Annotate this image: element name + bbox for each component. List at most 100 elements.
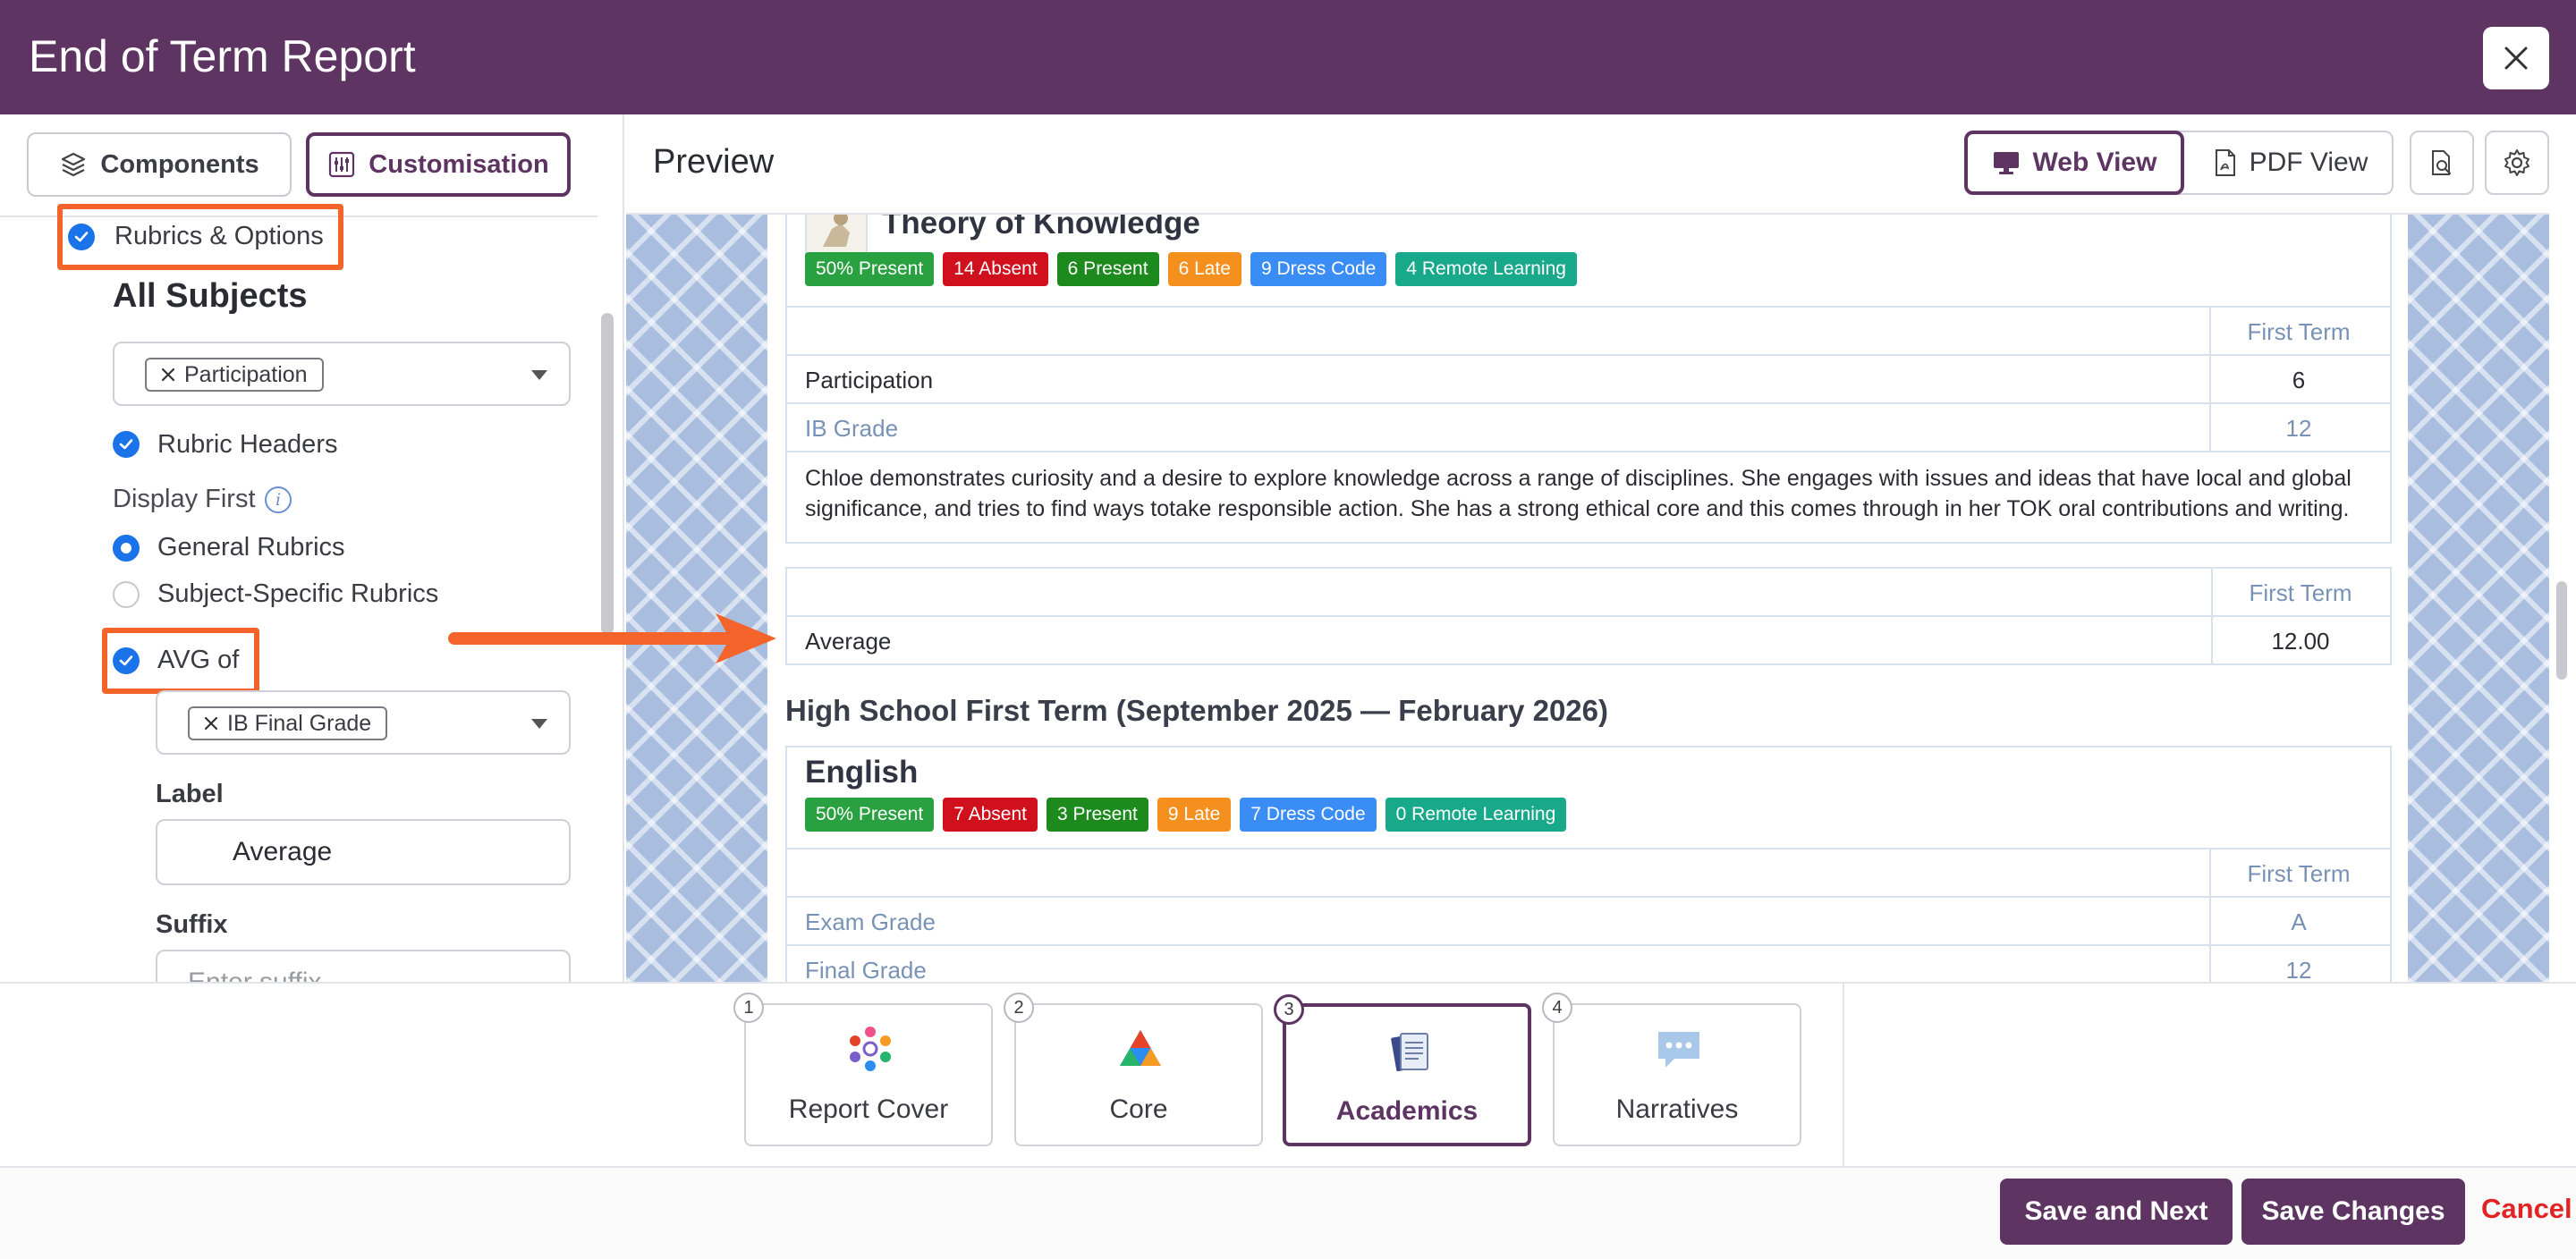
- table-row: First Term: [787, 849, 2390, 898]
- all-subjects-heading: All Subjects: [113, 277, 308, 315]
- info-icon[interactable]: i: [265, 486, 292, 513]
- close-button[interactable]: [2483, 27, 2549, 89]
- left-scrollbar[interactable]: [601, 313, 614, 635]
- step-number: 4: [1542, 993, 1572, 1023]
- badge-late: 9 Late: [1157, 798, 1232, 832]
- tok-subject-card: Theory of Knowledge 50% Present 14 Absen…: [785, 215, 2392, 544]
- english-rubric-table: First Term Exam Grade A Final Grade 12: [787, 848, 2390, 982]
- preview-settings-button[interactable]: [2485, 131, 2549, 195]
- badge-dress-code: 9 Dress Code: [1250, 252, 1387, 286]
- subject-specific-rubrics-label: Subject-Specific Rubrics: [157, 579, 439, 608]
- chevron-down-icon[interactable]: [531, 719, 547, 729]
- badge-dress-code: 7 Dress Code: [1240, 798, 1377, 832]
- row-value: 6: [2292, 367, 2306, 393]
- rubrics-select[interactable]: Participation: [113, 342, 571, 406]
- badge-present-pct: 50% Present: [805, 798, 935, 832]
- ib-final-grade-chip-label: IB Final Grade: [227, 710, 372, 736]
- modal-header: End of Term Report: [0, 0, 2576, 114]
- rubrics-options-checkbox[interactable]: [68, 224, 95, 250]
- participation-chip[interactable]: Participation: [145, 358, 324, 392]
- avg-of-checkbox[interactable]: [113, 647, 140, 674]
- subject-image-icon: [805, 215, 868, 258]
- layers-icon: [62, 152, 86, 177]
- avg-of-select[interactable]: IB Final Grade: [156, 690, 571, 755]
- row-value: 12: [2285, 415, 2312, 442]
- rubrics-options-label: Rubrics & Options: [114, 222, 324, 250]
- ib-final-grade-chip[interactable]: IB Final Grade: [188, 706, 388, 740]
- monitor-icon: [1993, 152, 2019, 174]
- english-subject-title: English: [805, 755, 919, 790]
- step-narratives[interactable]: 4 Narratives: [1542, 993, 1801, 1146]
- term-header: First Term: [2247, 318, 2351, 345]
- save-changes-button[interactable]: Save Changes: [2241, 1179, 2465, 1245]
- preview-search-button[interactable]: [2410, 131, 2474, 195]
- table-row: First Term: [787, 308, 2390, 356]
- web-view-label: Web View: [2032, 148, 2157, 177]
- english-subject-card: English 50% Present 7 Absent 3 Present 9…: [785, 746, 2392, 982]
- step-label: Academics: [1335, 1096, 1479, 1126]
- remove-icon[interactable]: [161, 368, 175, 382]
- tab-customisation[interactable]: Customisation: [306, 132, 571, 197]
- general-rubrics-radio[interactable]: [113, 535, 140, 562]
- table-row: IB Grade 12: [787, 402, 2390, 451]
- decorative-pattern-left: [626, 215, 767, 982]
- report-document: Theory of Knowledge 50% Present 14 Absen…: [767, 215, 2408, 982]
- avg-of-label: AVG of: [157, 646, 240, 674]
- annotation-arrow-icon: [448, 613, 776, 663]
- badge-absent: 14 Absent: [943, 252, 1048, 286]
- row-value: A: [2291, 908, 2307, 935]
- rubric-headers-label: Rubric Headers: [157, 430, 338, 459]
- save-and-next-button[interactable]: Save and Next: [2000, 1179, 2233, 1245]
- badge-present: 6 Present: [1056, 252, 1159, 286]
- term-section-heading: High School First Term (September 2025 —…: [785, 694, 1609, 727]
- term-header: First Term: [2249, 579, 2352, 606]
- table-row: Participation 6: [787, 354, 2390, 402]
- pdf-view-button[interactable]: PDF View: [2188, 131, 2394, 195]
- suffix-input[interactable]: Enter suffix: [156, 950, 571, 982]
- display-first-label: Display First: [113, 485, 256, 513]
- table-row: Final Grade 12: [787, 944, 2390, 982]
- step-report-cover[interactable]: 1 Report Cover: [733, 993, 993, 1146]
- term-header: First Term: [2247, 860, 2351, 887]
- step-academics[interactable]: 3 Academics: [1274, 994, 1531, 1146]
- tab-components[interactable]: Components: [27, 132, 292, 197]
- step-number: 3: [1274, 994, 1304, 1025]
- badge-remote-learning: 0 Remote Learning: [1385, 798, 1567, 832]
- subject-specific-rubrics-radio[interactable]: [113, 581, 140, 608]
- gear-icon: [2504, 149, 2529, 176]
- label-field-title: Label: [156, 780, 224, 808]
- general-rubrics-label: General Rubrics: [157, 533, 345, 562]
- file-search-icon: [2432, 150, 2452, 175]
- cancel-button[interactable]: Cancel: [2481, 1193, 2572, 1225]
- preview-scrollbar[interactable]: [2556, 581, 2567, 680]
- step-label: Narratives: [1615, 1094, 1739, 1124]
- report-preview: Theory of Knowledge 50% Present 14 Absen…: [626, 213, 2549, 982]
- table-row: Average 12.00: [787, 615, 2390, 663]
- label-input[interactable]: Average: [156, 819, 571, 885]
- row-label: Exam Grade: [805, 908, 936, 935]
- narrative-text: Chloe demonstrates curiosity and a desir…: [805, 466, 2351, 521]
- decorative-pattern-right: [2408, 215, 2549, 982]
- speech-bubble-icon: [1658, 1032, 1699, 1068]
- table-row: Exam Grade A: [787, 896, 2390, 944]
- rubric-headers-checkbox[interactable]: [113, 431, 140, 458]
- step-label: Core: [1109, 1094, 1168, 1124]
- check-icon: [119, 439, 133, 450]
- web-view-button[interactable]: Web View: [1964, 131, 2184, 195]
- chevron-down-icon[interactable]: [531, 370, 547, 380]
- row-label: Final Grade: [805, 957, 927, 982]
- suffix-field-title: Suffix: [156, 910, 228, 939]
- english-attendance-badges: 50% Present 7 Absent 3 Present 9 Late 7 …: [805, 798, 1567, 832]
- remove-icon[interactable]: [204, 716, 218, 731]
- sliders-icon: [329, 151, 355, 178]
- check-icon: [119, 655, 133, 666]
- badge-late: 6 Late: [1167, 252, 1241, 286]
- books-icon: [1391, 1033, 1428, 1071]
- pdf-view-label: PDF View: [2249, 148, 2368, 177]
- pdf-file-icon: [2215, 149, 2235, 176]
- badge-remote-learning: 4 Remote Learning: [1395, 252, 1577, 286]
- divider: [1843, 982, 1844, 1166]
- row-label: Participation: [805, 367, 934, 393]
- step-core[interactable]: 2 Core: [1004, 993, 1263, 1146]
- tok-attendance-badges: 50% Present 14 Absent 6 Present 6 Late 9…: [805, 252, 1577, 286]
